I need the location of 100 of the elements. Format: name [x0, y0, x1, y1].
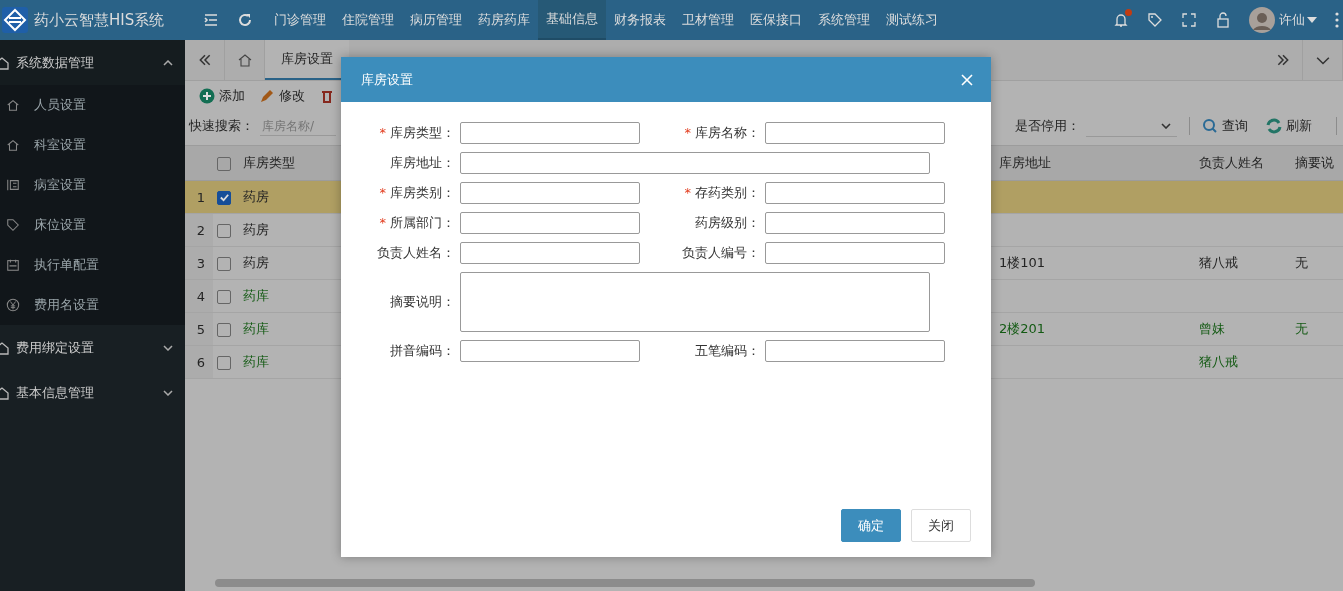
- nav-tab[interactable]: 系统管理: [810, 0, 878, 40]
- sidebar-item[interactable]: 床位设置: [0, 205, 185, 245]
- table-cell: 2楼201: [999, 321, 1046, 336]
- chevron-down-icon: [1161, 122, 1172, 129]
- select-all-checkbox[interactable]: [217, 156, 231, 171]
- action-button[interactable]: 查询: [1202, 117, 1249, 135]
- field-label: 负责人姓名：: [376, 244, 455, 262]
- column-header: 摘要说: [1295, 155, 1334, 170]
- field-label: * 库房类别：: [378, 184, 455, 202]
- input-field[interactable]: [765, 182, 945, 204]
- input-field[interactable]: [765, 212, 945, 234]
- row-number: 3: [196, 255, 206, 271]
- field-label: 拼音编码：: [389, 342, 455, 360]
- column-header: 库房地址: [999, 155, 1051, 170]
- row-checkbox[interactable]: [217, 289, 231, 304]
- table-cell: 无: [1295, 321, 1308, 336]
- field-label: 负责人编号：: [681, 244, 760, 262]
- field-label: 五笔编码：: [694, 342, 760, 360]
- input-field[interactable]: [765, 122, 945, 144]
- row-checkbox[interactable]: [217, 223, 231, 238]
- field-label: * 库房类型：: [378, 124, 455, 142]
- input-field[interactable]: [765, 340, 945, 362]
- dialog-button[interactable]: 关闭: [911, 509, 971, 542]
- sidebar-item[interactable]: 病室设置: [0, 165, 185, 205]
- more-icon[interactable]: [1335, 12, 1339, 28]
- table-cell: 药房: [243, 189, 269, 204]
- logo-icon: [2, 7, 28, 33]
- sidebar-item[interactable]: 费用名设置: [0, 285, 185, 325]
- close-icon[interactable]: [961, 73, 973, 86]
- scrollbar-thumb[interactable]: [215, 579, 1035, 587]
- avatar[interactable]: [1249, 7, 1275, 33]
- input-field[interactable]: [765, 242, 945, 264]
- field-label: 摘要说明：: [389, 293, 455, 311]
- nav-tab[interactable]: 卫材管理: [674, 0, 742, 40]
- dialog-button[interactable]: 确定: [841, 509, 901, 542]
- nav-tab[interactable]: 门诊管理: [266, 0, 334, 40]
- field-label: 库房地址：: [389, 154, 455, 172]
- input-field[interactable]: [460, 212, 640, 234]
- refresh-icon: [1266, 118, 1283, 134]
- refresh-icon[interactable]: [237, 12, 253, 28]
- text-area[interactable]: [460, 272, 930, 332]
- home-icon: [6, 98, 20, 112]
- input-field[interactable]: [460, 122, 640, 144]
- input-field[interactable]: [460, 242, 640, 264]
- input-field[interactable]: [460, 152, 930, 174]
- filter-label: 是否停用：: [1014, 117, 1080, 135]
- row-number: 6: [196, 354, 206, 370]
- lock-icon[interactable]: [1215, 12, 1231, 28]
- search-field[interactable]: 库房名称/: [260, 116, 336, 136]
- list-icon: [6, 178, 20, 192]
- tag-icon[interactable]: [1147, 12, 1163, 28]
- add-icon: [199, 88, 215, 104]
- table-cell: 药库: [243, 288, 269, 303]
- tag-icon: [6, 218, 20, 232]
- table-cell: 曾妹: [1199, 321, 1225, 336]
- delete-icon[interactable]: [319, 88, 335, 104]
- input-field[interactable]: [460, 340, 640, 362]
- sidebar-item[interactable]: 执行单配置: [0, 245, 185, 285]
- sidebar-group[interactable]: 基本信息管理: [0, 370, 185, 415]
- sidebar-item[interactable]: 科室设置: [0, 125, 185, 165]
- toolbar-button[interactable]: 添加: [199, 87, 245, 105]
- user-name[interactable]: 许仙: [1279, 11, 1305, 29]
- nav-tab[interactable]: 基础信息: [538, 0, 606, 40]
- row-checkbox[interactable]: [217, 190, 231, 205]
- row-checkbox[interactable]: [217, 322, 231, 337]
- chevron-icon: [163, 59, 173, 66]
- bell-icon[interactable]: [1113, 12, 1129, 28]
- home-icon: [237, 53, 252, 67]
- row-checkbox[interactable]: [217, 256, 231, 271]
- table-cell: 无: [1295, 255, 1308, 270]
- sidebar-item[interactable]: 人员设置: [0, 85, 185, 125]
- field-label: * 所属部门：: [378, 214, 455, 232]
- row-number: 4: [196, 288, 206, 304]
- column-header: 库房类型: [243, 155, 295, 170]
- sidebar-group[interactable]: 费用绑定设置: [0, 325, 185, 370]
- caret-icon[interactable]: [1307, 17, 1317, 23]
- nav-tab[interactable]: 病历管理: [402, 0, 470, 40]
- field-label: * 存药类别：: [683, 184, 760, 202]
- sidebar-group[interactable]: 系统数据管理: [0, 40, 185, 85]
- toolbar-button[interactable]: 修改: [259, 87, 305, 105]
- calendar-icon: [6, 258, 20, 272]
- nav-tab[interactable]: 住院管理: [334, 0, 402, 40]
- nav-tab[interactable]: 药房药库: [470, 0, 538, 40]
- fullscreen-icon[interactable]: [1181, 12, 1197, 28]
- row-checkbox[interactable]: [217, 355, 231, 370]
- double-chevron-right-icon: [1275, 53, 1290, 67]
- nav-tab[interactable]: 医保接口: [742, 0, 810, 40]
- page-tab[interactable]: 库房设置: [265, 40, 349, 80]
- nav-tab[interactable]: 测试练习: [878, 0, 946, 40]
- input-field[interactable]: [460, 182, 640, 204]
- action-button[interactable]: 刷新: [1266, 117, 1313, 135]
- column-header: 负责人姓名: [1199, 155, 1264, 170]
- field-label: 药房级别：: [694, 214, 760, 232]
- menu-icon[interactable]: [203, 12, 219, 28]
- table-cell: 猪八戒: [1199, 354, 1238, 369]
- search-icon: [1202, 118, 1219, 134]
- chevron-icon: [163, 344, 173, 351]
- table-cell: 药房: [243, 255, 269, 270]
- table-cell: 药房: [243, 222, 269, 237]
- nav-tab[interactable]: 财务报表: [606, 0, 674, 40]
